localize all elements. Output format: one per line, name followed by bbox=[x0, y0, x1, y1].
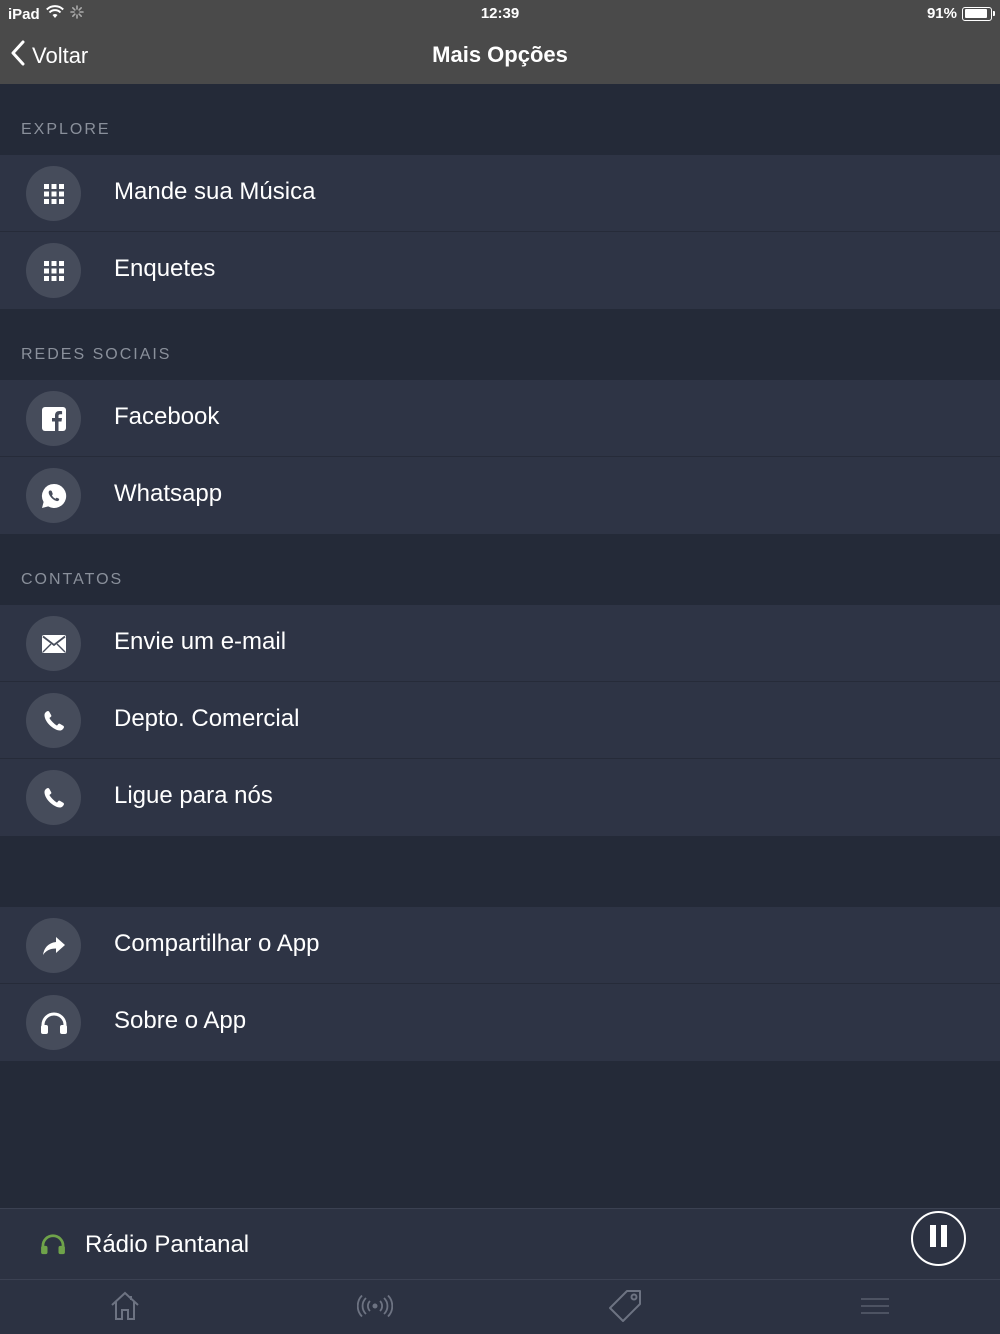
whatsapp-icon bbox=[26, 468, 81, 523]
list-item-envie-um-email[interactable]: Envie um e-mail bbox=[0, 605, 1000, 682]
list-item-facebook[interactable]: Facebook bbox=[0, 380, 1000, 457]
section-header-contatos: CONTATOS bbox=[21, 571, 124, 588]
status-right: 91% bbox=[926, 5, 995, 22]
back-button[interactable]: Voltar bbox=[10, 38, 88, 74]
section-redes-sociais: Facebook Whatsapp bbox=[0, 380, 1000, 534]
section-header-explore: EXPLORE bbox=[21, 121, 111, 138]
tab-live[interactable] bbox=[355, 1290, 395, 1326]
station-name: Rádio Pantanal bbox=[85, 1231, 250, 1258]
battery-percent: 91% bbox=[926, 5, 957, 22]
section-explore: Mande sua Música Enquetes bbox=[0, 155, 1000, 309]
list-item-sobre-o-app[interactable]: Sobre o App bbox=[0, 984, 1000, 1061]
pause-button[interactable] bbox=[911, 1211, 966, 1266]
now-playing-bar[interactable]: Rádio Pantanal bbox=[0, 1208, 1000, 1279]
pause-icon bbox=[928, 1224, 950, 1253]
section-header-redes-sociais: REDES SOCIAIS bbox=[21, 346, 172, 363]
tab-more[interactable] bbox=[855, 1290, 895, 1326]
section-contatos: Envie um e-mail Depto. Comercial Ligue p… bbox=[0, 605, 1000, 836]
list-item-label: Enquetes bbox=[114, 255, 216, 282]
list-item-depto-comercial[interactable]: Depto. Comercial bbox=[0, 682, 1000, 759]
list-item-label: Whatsapp bbox=[114, 480, 223, 507]
tab-offers[interactable] bbox=[605, 1288, 645, 1329]
share-icon bbox=[26, 918, 81, 973]
chevron-left-icon bbox=[10, 40, 26, 72]
section-app: Compartilhar o App Sobre o App bbox=[0, 907, 1000, 1061]
grid-icon bbox=[26, 243, 81, 298]
phone-icon bbox=[26, 770, 81, 825]
facebook-icon bbox=[26, 391, 81, 446]
tab-home[interactable] bbox=[105, 1290, 145, 1326]
tag-icon bbox=[607, 1288, 643, 1329]
back-label: Voltar bbox=[32, 43, 89, 68]
list-item-enquetes[interactable]: Enquetes bbox=[0, 232, 1000, 309]
battery-fill bbox=[964, 9, 988, 18]
options-list: EXPLORE Mande sua Música Enquetes REDES … bbox=[0, 84, 1000, 1061]
tab-bar bbox=[0, 1279, 1000, 1334]
list-item-label: Facebook bbox=[114, 403, 220, 430]
grid-icon bbox=[26, 166, 81, 221]
phone-icon bbox=[26, 693, 81, 748]
list-item-whatsapp[interactable]: Whatsapp bbox=[0, 457, 1000, 534]
navigation-bar: Voltar Mais Opções bbox=[0, 28, 1000, 84]
list-item-mande-sua-musica[interactable]: Mande sua Música bbox=[0, 155, 1000, 232]
mail-icon bbox=[26, 616, 81, 671]
home-icon bbox=[109, 1290, 141, 1327]
list-item-label: Mande sua Música bbox=[114, 178, 316, 205]
headphones-icon bbox=[40, 1233, 66, 1260]
page-title: Mais Opções bbox=[432, 42, 568, 67]
status-time: 12:39 bbox=[480, 5, 520, 22]
broadcast-icon bbox=[356, 1294, 394, 1323]
list-item-ligue-para-nos[interactable]: Ligue para nós bbox=[0, 759, 1000, 836]
list-item-label: Compartilhar o App bbox=[114, 930, 320, 957]
status-bar: iPad 12:39 91% bbox=[0, 0, 1000, 28]
list-item-label: Ligue para nós bbox=[114, 782, 273, 809]
list-item-label: Depto. Comercial bbox=[114, 705, 300, 732]
menu-icon bbox=[859, 1296, 891, 1321]
list-item-label: Sobre o App bbox=[114, 1007, 247, 1034]
headphones-icon bbox=[26, 995, 81, 1050]
list-item-compartilhar-o-app[interactable]: Compartilhar o App bbox=[0, 907, 1000, 984]
list-item-label: Envie um e-mail bbox=[114, 628, 287, 655]
battery-icon bbox=[962, 6, 995, 21]
